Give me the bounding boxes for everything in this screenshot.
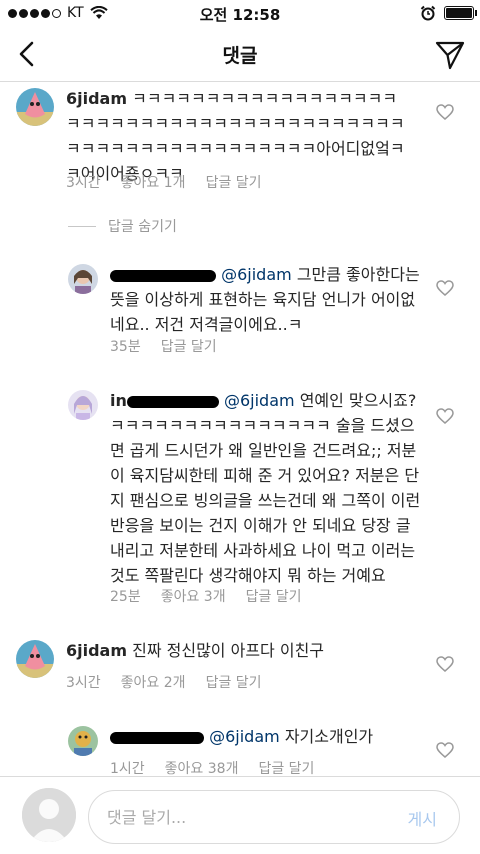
heart-icon[interactable]: [436, 280, 454, 296]
comment-text: 연예인 맞으시죠? ㅋㅋㅋㅋㅋㅋㅋㅋㅋㅋㅋㅋㅋㅋㅋ 술을 드셨으면 곱게 드시던…: [110, 391, 421, 585]
comment-time: 25분: [110, 589, 141, 605]
comment-meta: 25분 좋아요 3개 답글 달기: [110, 586, 302, 606]
redacted-username: [126, 395, 219, 408]
comment-time: 3시간: [66, 175, 101, 191]
heart-icon[interactable]: [436, 104, 454, 120]
my-avatar: [22, 788, 76, 842]
mention-link[interactable]: @6jidam: [209, 727, 280, 746]
comment-time: 1시간: [110, 761, 145, 777]
comment-username[interactable]: 6jidam: [66, 89, 127, 108]
hide-replies-label: 답글 숨기기: [108, 219, 177, 235]
reply-link[interactable]: 답글 달기: [206, 172, 262, 192]
reply-link[interactable]: 답글 달기: [246, 586, 302, 606]
likes-link[interactable]: 좋아요 1개: [121, 172, 186, 192]
comment-body: @6jidam 자기소개인가: [110, 724, 428, 749]
avatar[interactable]: [68, 264, 98, 294]
comment-text: 진짜 정신많이 아프다 이친구: [132, 641, 325, 660]
avatar[interactable]: [16, 640, 54, 678]
comment-time: 35분: [110, 339, 141, 355]
comment-body: in @6jidam 연예인 맞으시죠? ㅋㅋㅋㅋㅋㅋㅋㅋㅋㅋㅋㅋㅋㅋㅋ 술을 …: [110, 388, 428, 588]
likes-link[interactable]: 좋아요 2개: [121, 672, 186, 692]
comment-input[interactable]: [107, 805, 387, 829]
status-time: 오전 12:58: [199, 6, 281, 24]
comment-input-bar: 게시: [0, 776, 480, 854]
divider-line: [68, 225, 96, 227]
reply-link[interactable]: 답글 달기: [258, 758, 314, 778]
likes-link[interactable]: 좋아요 3개: [161, 586, 226, 606]
comment-text: 자기소개인가: [284, 727, 374, 746]
mention-link[interactable]: @6jidam: [221, 265, 292, 284]
heart-icon[interactable]: [436, 742, 454, 758]
heart-icon[interactable]: [436, 656, 454, 672]
username-prefix: in: [110, 391, 127, 410]
comment-body: 6jidam 진짜 정신많이 아프다 이친구: [66, 638, 406, 663]
avatar[interactable]: [68, 726, 98, 756]
status-right: [420, 5, 477, 21]
direct-send-icon[interactable]: [434, 39, 466, 71]
comment-body: @6jidam 그만큼 좋아한다는 뜻을 이상하게 표현하는 육지담 언니가 어…: [110, 262, 428, 337]
comment-body: 6jidam ㅋㅋㅋㅋㅋㅋㅋㅋㅋㅋㅋㅋㅋㅋㅋㅋㅋㅋㅋㅋㅋㅋㅋㅋㅋㅋㅋㅋㅋㅋㅋㅋㅋ…: [66, 86, 406, 186]
comment-input-box: 게시: [88, 790, 460, 844]
reply-link[interactable]: 답글 달기: [161, 336, 217, 356]
page-title: 댓글: [222, 45, 258, 67]
hide-replies-toggle[interactable]: 답글 숨기기: [68, 216, 177, 236]
nav-bar: 댓글: [0, 28, 480, 82]
alarm-icon: [420, 5, 436, 21]
redacted-username: [110, 269, 216, 282]
comment-meta: 1시간 좋아요 38개 답글 달기: [110, 758, 314, 778]
status-bar: KT 오전 12:58: [0, 0, 480, 28]
likes-link[interactable]: 좋아요 38개: [165, 758, 239, 778]
comment-meta: 3시간 좋아요 2개 답글 달기: [66, 672, 262, 692]
avatar[interactable]: [68, 390, 98, 420]
mention-link[interactable]: @6jidam: [224, 391, 295, 410]
comment-time: 3시간: [66, 675, 101, 691]
avatar[interactable]: [16, 88, 54, 126]
comment-username[interactable]: in: [110, 391, 219, 410]
heart-icon[interactable]: [436, 408, 454, 424]
comment-username[interactable]: [110, 727, 204, 746]
comment-meta: 35분 답글 달기: [110, 336, 217, 356]
redacted-username: [110, 731, 204, 744]
reply-link[interactable]: 답글 달기: [206, 672, 262, 692]
post-button[interactable]: 게시: [408, 806, 437, 830]
comment-username[interactable]: [110, 265, 216, 284]
comment-meta: 3시간 좋아요 1개 답글 달기: [66, 172, 262, 192]
battery-icon: [444, 6, 477, 20]
comment-username[interactable]: 6jidam: [66, 641, 127, 660]
default-profile-icon: [22, 788, 76, 842]
